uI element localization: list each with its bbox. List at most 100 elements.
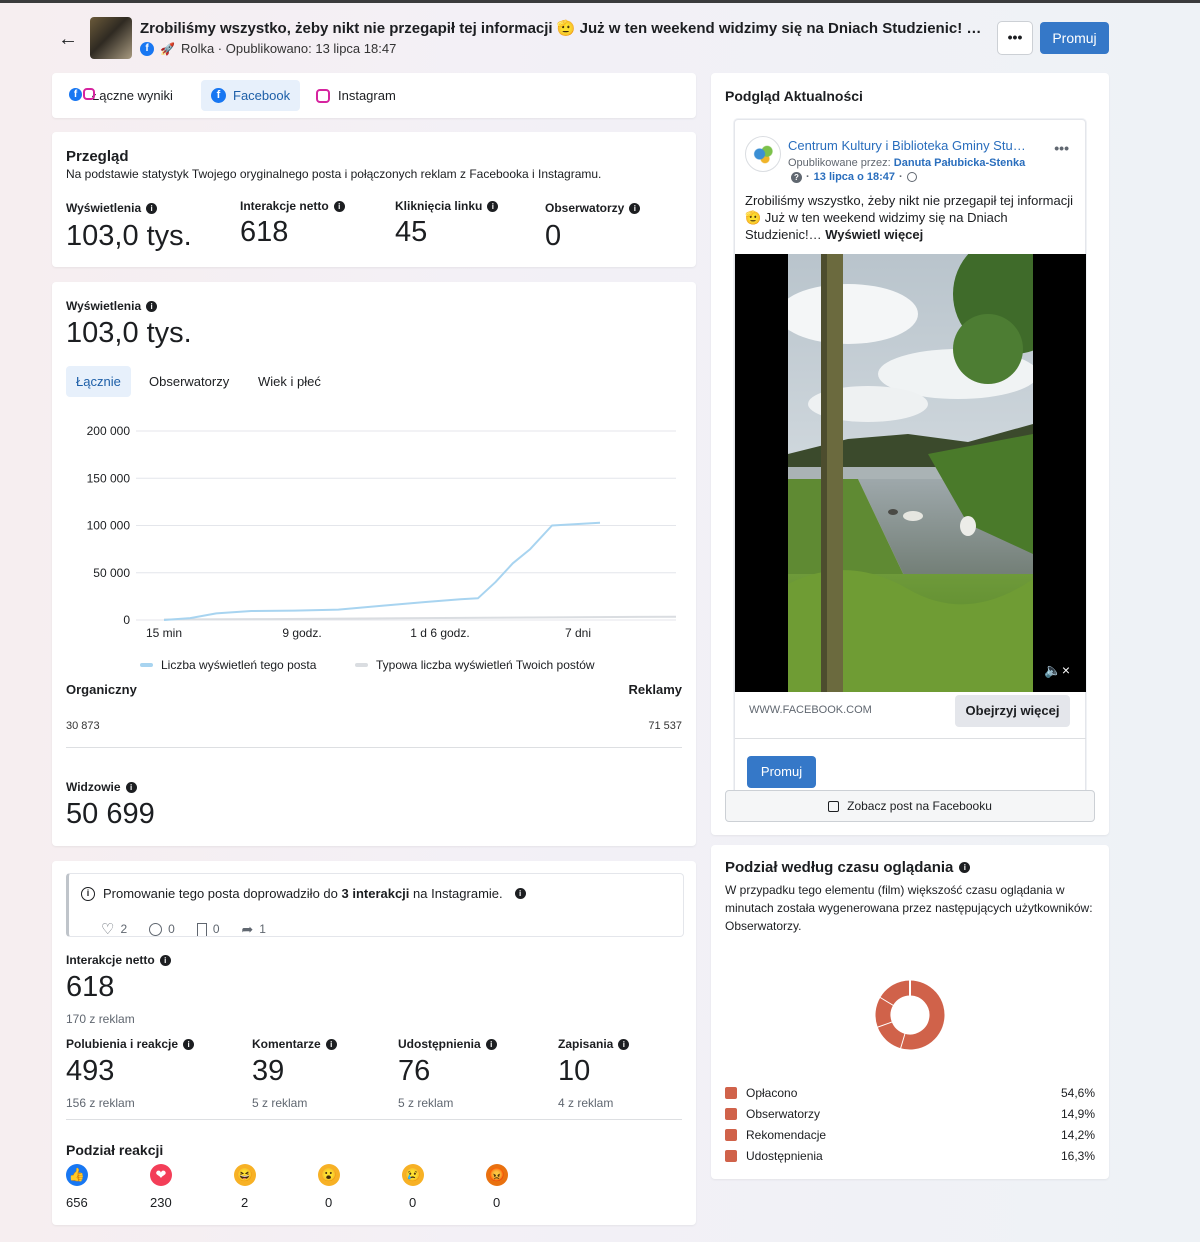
subtab-total[interactable]: Łącznie	[66, 366, 131, 397]
post-title: Zrobiliśmy wszystko, żeby nikt nie przeg…	[140, 20, 988, 37]
reactions-breakdown-title: Podział reakcji	[66, 1142, 164, 1158]
legend-typical: Typowa liczba wyświetleń Twoich postów	[355, 658, 595, 672]
metric-followers-label: Obserwatorzy i	[545, 201, 641, 215]
link-domain: WWW.FACEBOOK.COM	[749, 704, 872, 716]
promote-button[interactable]: Promuj	[1040, 22, 1109, 54]
views-line-chart: 200 000 150 000 100 000 50 000 0 15 min 9 godz…	[87, 424, 677, 640]
overview-description: Na podstawie statystyk Twojego oryginaln…	[66, 167, 602, 181]
more-options-button[interactable]: •••	[997, 21, 1033, 55]
post-promote-button[interactable]: Promuj	[747, 756, 816, 788]
post-menu-icon[interactable]: •••	[1054, 140, 1069, 156]
watch-time-donut-chart	[875, 980, 945, 1050]
watch-row-shares: Udostępnienia 16,3%	[725, 1149, 1095, 1163]
watch-more-button[interactable]: Obejrzyj więcej	[955, 695, 1070, 727]
promo-note-text: i Promowanie tego posta doprowadziło do …	[81, 886, 526, 901]
facebook-icon: f	[140, 41, 154, 56]
info-icon[interactable]: i	[485, 1038, 497, 1050]
info-icon[interactable]: i	[146, 202, 158, 214]
info-icon[interactable]: i	[487, 200, 499, 212]
like-count: 656	[66, 1195, 88, 1210]
external-link-icon	[828, 800, 840, 812]
ig-comments: 0	[149, 920, 175, 938]
post-subtitle: f 🚀 Rolka · Opublikowano: 13 lipca 18:47	[140, 41, 396, 56]
net-interactions-label: Interakcje netto i	[66, 953, 171, 967]
facebook-icon: f	[211, 88, 226, 103]
bookmark-icon	[196, 922, 207, 936]
instagram-promo-note: i Promowanie tego posta doprowadziło do …	[66, 873, 684, 939]
views-card: Wyświetlenia i 103,0 tys. Łącznie Obserwa…	[52, 282, 696, 846]
globe-icon	[906, 172, 917, 182]
info-icon[interactable]: i	[959, 862, 971, 873]
mute-icon[interactable]: 🔈×	[1044, 662, 1070, 679]
info-icon[interactable]: i	[325, 1038, 337, 1050]
question-icon: ?	[791, 171, 802, 183]
metric-followers-value: 0	[545, 220, 562, 252]
divider	[735, 738, 1086, 739]
ig-shares: ➦ 1	[241, 920, 266, 937]
y-tick-label: 150 000	[87, 471, 131, 485]
love-icon: ❤	[150, 1164, 172, 1186]
net-interactions-sub: 170 z reklam	[66, 1012, 135, 1026]
info-icon[interactable]: i	[146, 300, 158, 312]
page-header: ← Zrobiliśmy wszystko, żeby nikt nie prz…	[0, 3, 1200, 69]
tab-facebook[interactable]: f Facebook	[201, 80, 301, 111]
legend-swatch	[140, 663, 153, 667]
ads-label: Reklamy	[628, 682, 682, 697]
metric-interactions-label: Interakcje netto i	[240, 199, 345, 213]
haha-icon: 😆	[234, 1164, 256, 1186]
post-date: ? · 13 lipca o 18:47 ·	[791, 171, 917, 183]
fb-ig-icon: f	[69, 88, 95, 101]
info-icon[interactable]: i	[618, 1038, 630, 1050]
tab-total[interactable]: f Łączne wyniki	[60, 80, 183, 111]
shares-sub: 5 z reklam	[398, 1096, 454, 1110]
viewers-label: Widzowie i	[66, 780, 137, 794]
tab-instagram-label: Instagram	[338, 88, 396, 103]
page-avatar[interactable]	[745, 136, 781, 172]
legend-swatch	[725, 1129, 737, 1141]
wow-icon: 😮	[318, 1164, 340, 1186]
view-on-facebook-label: Zobacz post na Facebooku	[847, 799, 992, 813]
series-this-post-line	[163, 521, 601, 621]
view-on-facebook-button[interactable]: Zobacz post na Facebooku	[725, 790, 1095, 822]
x-tick-label: 9 godz.	[282, 626, 321, 640]
post-preview: Centrum Kultury i Biblioteka Gminy Stu… …	[734, 119, 1086, 815]
info-icon[interactable]: i	[183, 1038, 195, 1050]
comment-icon	[149, 922, 163, 936]
like-icon: 👍	[66, 1164, 88, 1186]
subtab-followers[interactable]: Obserwatorzy	[139, 366, 239, 397]
instagram-icon	[316, 89, 330, 103]
share-icon: ➦	[241, 920, 254, 937]
back-arrow-icon[interactable]: ←	[58, 29, 78, 49]
video-player[interactable]: 🔈×	[735, 254, 1086, 692]
info-icon[interactable]: i	[333, 200, 345, 212]
likes-sub: 156 z reklam	[66, 1096, 135, 1110]
saves-label: Zapisania i	[558, 1037, 630, 1051]
x-tick-label: 15 min	[146, 626, 182, 640]
info-icon[interactable]: i	[514, 888, 526, 899]
author-link[interactable]: Danuta Pałubicka-Stenka	[894, 157, 1025, 169]
info-icon[interactable]: i	[125, 781, 137, 793]
tab-facebook-label: Facebook	[233, 88, 291, 103]
comments-label: Komentarze i	[252, 1037, 337, 1051]
likes-value: 493	[66, 1055, 115, 1087]
wow-count: 0	[325, 1195, 333, 1210]
views-label: Wyświetlenia i	[66, 299, 158, 313]
y-tick-label: 200 000	[87, 424, 131, 438]
comments-value: 39	[252, 1055, 285, 1087]
divider	[66, 747, 682, 748]
post-text: Zrobiliśmy wszystko, żeby nikt nie przeg…	[745, 193, 1073, 242]
metric-views-value: 103,0 tys.	[66, 220, 192, 252]
love-count: 230	[150, 1195, 172, 1210]
info-icon[interactable]: i	[629, 202, 641, 214]
tab-instagram[interactable]: Instagram	[306, 80, 406, 111]
info-icon[interactable]: i	[159, 954, 171, 966]
page-name-link[interactable]: Centrum Kultury i Biblioteka Gminy Stu…	[788, 138, 1046, 153]
net-interactions-value: 618	[66, 971, 115, 1003]
y-tick-label: 100 000	[87, 519, 131, 533]
video-scene-image	[788, 254, 1033, 692]
subtab-age-gender[interactable]: Wiek i płeć	[248, 366, 331, 397]
instagram-reactions: ♡ 2 0 0 ➦ 1	[101, 920, 266, 939]
see-more-link[interactable]: Wyświetl więcej	[825, 227, 923, 242]
post-date-link[interactable]: 13 lipca o 18:47	[814, 171, 895, 183]
watch-time-card: Podział według czasu oglądania i W przypa…	[711, 845, 1109, 1179]
